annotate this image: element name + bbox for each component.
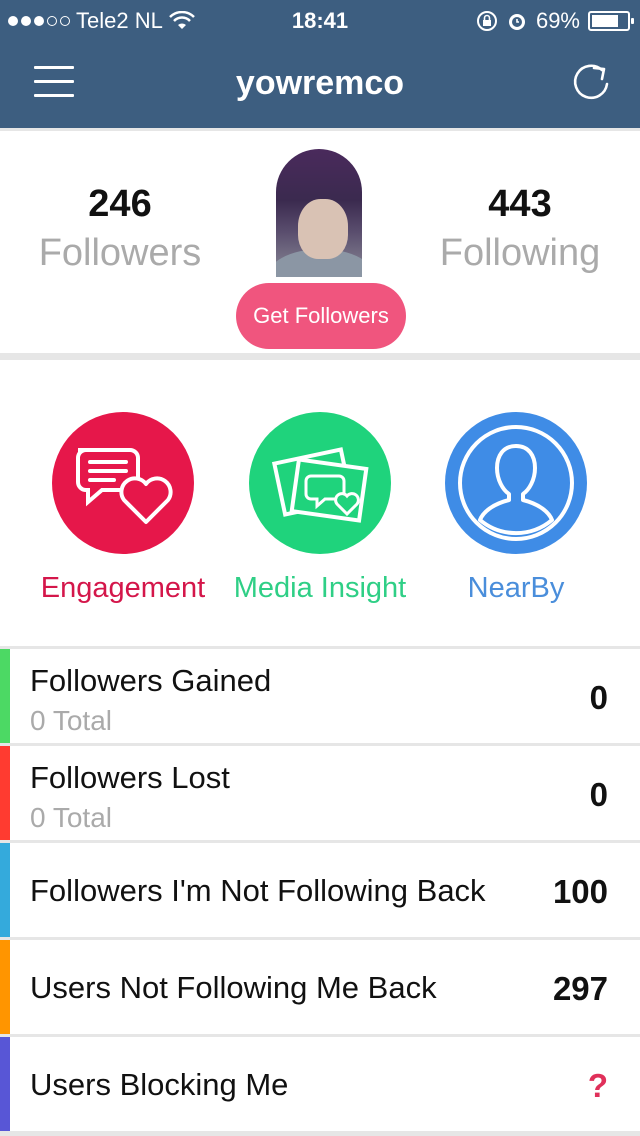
followers-stat[interactable]: 246 Followers bbox=[10, 183, 230, 275]
stats-list: Followers Gained 0 Total 0 Followers Los… bbox=[0, 649, 640, 1134]
media-insight-circle[interactable] bbox=[249, 412, 391, 554]
row-value: ? bbox=[587, 1067, 608, 1104]
row-subtitle: 0 Total bbox=[30, 802, 112, 833]
users-not-following-me-back-row[interactable]: Users Not Following Me Back 297 bbox=[0, 940, 640, 1034]
profile-section: 246 Followers 443 Following Get Follower… bbox=[0, 131, 640, 353]
alarm-icon bbox=[508, 14, 525, 30]
row-color-bar bbox=[0, 746, 10, 840]
user-silhouette-icon bbox=[458, 425, 574, 541]
row-value: 0 bbox=[589, 679, 608, 716]
nearby-label: NearBy bbox=[467, 572, 565, 604]
nav-bar: yowremco bbox=[0, 40, 640, 128]
engagement-label: Engagement bbox=[40, 572, 206, 604]
row-title: Followers Lost bbox=[30, 760, 230, 795]
row-value: 0 bbox=[589, 776, 608, 813]
row-subtitle: 0 Total bbox=[30, 705, 112, 736]
not-following-back-row[interactable]: Followers I'm Not Following Back 100 bbox=[0, 843, 640, 937]
status-right: 69% bbox=[476, 8, 634, 34]
engagement-button[interactable]: Engagement bbox=[23, 412, 223, 605]
nearby-button[interactable]: NearBy bbox=[416, 412, 616, 605]
refresh-icon[interactable] bbox=[568, 60, 614, 106]
battery-icon bbox=[588, 11, 634, 31]
avatar[interactable] bbox=[276, 149, 362, 277]
page-title: yowremco bbox=[235, 64, 405, 102]
users-blocking-me-row[interactable]: Users Blocking Me ? bbox=[0, 1037, 640, 1131]
row-title: Users Blocking Me bbox=[30, 1067, 289, 1102]
following-stat[interactable]: 443 Following bbox=[410, 183, 630, 275]
following-count: 443 bbox=[488, 183, 552, 225]
chat-heart-icon bbox=[76, 448, 173, 524]
row-value: 297 bbox=[552, 970, 608, 1007]
row-color-bar bbox=[0, 940, 10, 1034]
following-label: Following bbox=[439, 232, 601, 274]
media-insight-button[interactable]: Media Insight bbox=[220, 412, 420, 605]
photos-icon bbox=[271, 447, 369, 523]
top-header: Tele2 NL 18:41 69% yowremco bbox=[0, 0, 640, 128]
followers-label: Followers bbox=[38, 232, 202, 274]
row-title: Followers Gained bbox=[30, 663, 272, 698]
engagement-circle[interactable] bbox=[52, 412, 194, 554]
battery-percent: 69% bbox=[535, 8, 580, 33]
row-color-bar bbox=[0, 1037, 10, 1131]
orientation-lock-icon bbox=[476, 11, 497, 31]
followers-gained-row[interactable]: Followers Gained 0 Total 0 bbox=[0, 649, 640, 743]
media-insight-label: Media Insight bbox=[233, 572, 407, 604]
followers-lost-row[interactable]: Followers Lost 0 Total 0 bbox=[0, 746, 640, 840]
get-followers-button[interactable]: Get Followers bbox=[236, 283, 406, 349]
row-color-bar bbox=[0, 843, 10, 937]
features-section: Engagement Media Insight NearBy bbox=[0, 360, 640, 646]
row-title: Users Not Following Me Back bbox=[30, 970, 437, 1005]
status-bar: Tele2 NL 18:41 69% bbox=[0, 0, 640, 40]
row-color-bar bbox=[0, 649, 10, 743]
nearby-circle[interactable] bbox=[445, 412, 587, 554]
row-value: 100 bbox=[552, 873, 608, 910]
row-title: Followers I'm Not Following Back bbox=[30, 873, 486, 908]
followers-count: 246 bbox=[88, 183, 152, 225]
